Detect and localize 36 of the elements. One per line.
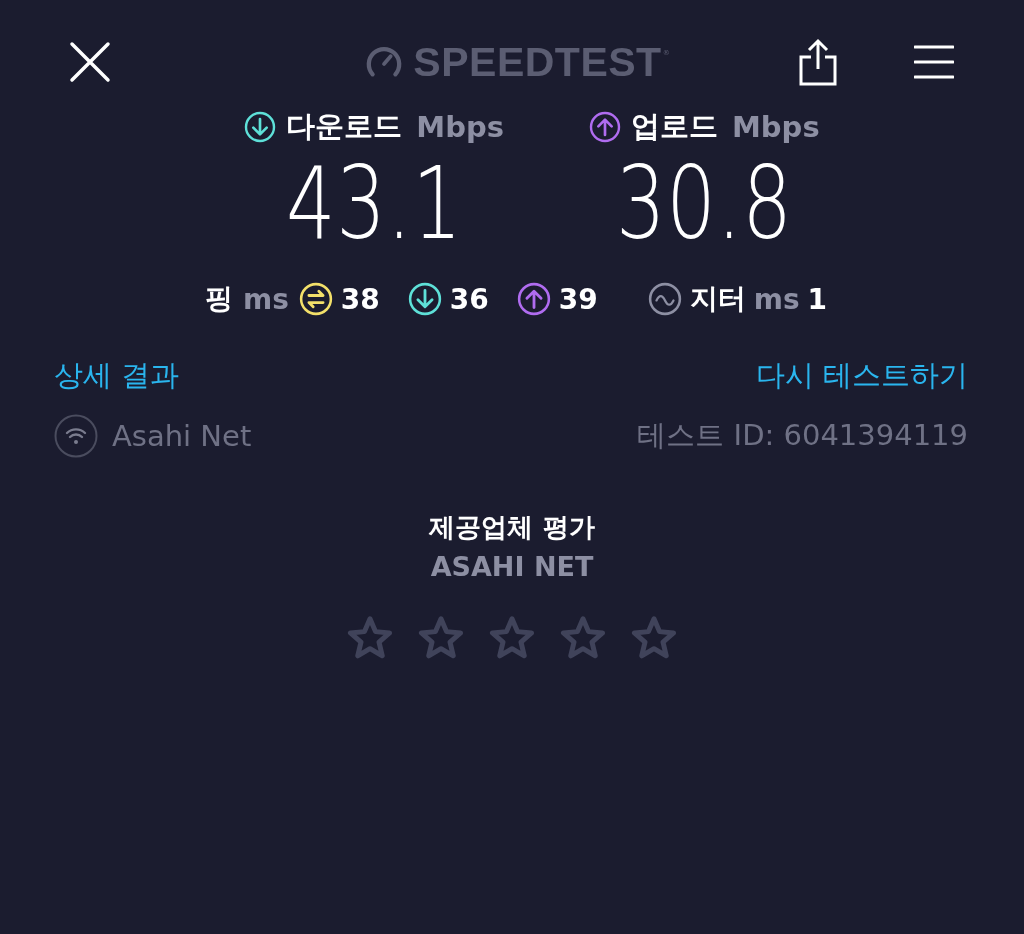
star-icon[interactable] (489, 614, 535, 660)
ping-value: 39 (558, 282, 598, 316)
download-icon (407, 282, 442, 316)
provider-name: Asahi Net (112, 419, 252, 453)
provider-name: ASAHI NET (430, 551, 594, 582)
speed-value: 30.8 (615, 149, 793, 259)
rating-title: 제공업체 평가 (429, 511, 595, 544)
upload-icon (516, 282, 551, 316)
share-icon[interactable] (798, 37, 838, 87)
ping-icon (298, 282, 333, 316)
wave-icon (647, 282, 682, 316)
star-icon[interactable] (560, 614, 606, 660)
speed-value: 43.1 (285, 149, 463, 259)
result-label: 다운로드 (286, 108, 403, 145)
retest-link[interactable]: 다시 테스트하기 (755, 356, 968, 396)
ping-label: 핑 (204, 281, 233, 317)
unit-label: ms (753, 282, 800, 316)
unit-label: ms (242, 282, 289, 316)
close-icon[interactable] (68, 40, 112, 84)
star-icon[interactable] (631, 614, 677, 660)
unit-label: Mbps (732, 110, 820, 144)
test-id: 테스트 ID: 6041394119 (637, 417, 968, 454)
details-link[interactable]: 상세 결과 (54, 356, 180, 396)
unit-label: Mbps (416, 110, 504, 144)
ping-value: 36 (449, 282, 489, 316)
download-icon (244, 111, 277, 143)
wifi-icon (54, 414, 98, 458)
jitter-label: 지터 (689, 281, 746, 317)
star-icon[interactable] (418, 614, 464, 660)
upload-icon (589, 111, 621, 143)
star-icon[interactable] (347, 614, 393, 660)
jitter-value: 1 (807, 282, 828, 316)
result-label: 업로드 (631, 108, 718, 145)
menu-icon[interactable] (914, 42, 954, 82)
ping-value: 38 (340, 282, 380, 316)
logo-text: SPEEDTEST (413, 38, 662, 86)
